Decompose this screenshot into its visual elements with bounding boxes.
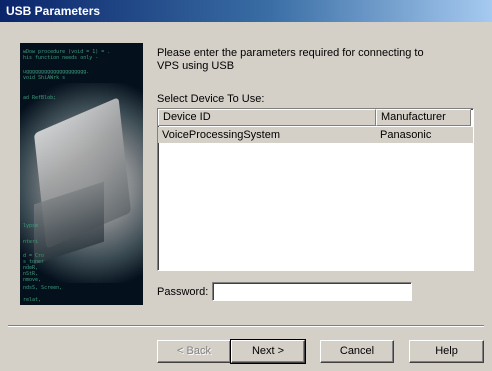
- device-list-label: Select Device To Use:: [157, 93, 265, 105]
- device-list-header: Device ID Manufacturer: [158, 109, 473, 126]
- device-id-cell: VoiceProcessingSystem: [162, 129, 280, 141]
- button-separator: [8, 325, 484, 327]
- title-bar[interactable]: USB Parameters: [0, 0, 492, 22]
- instructions-line-1: Please enter the parameters required for…: [157, 47, 424, 59]
- device-list[interactable]: Device ID Manufacturer VoiceProcessingSy…: [157, 108, 474, 271]
- instructions-text: Please enter the parameters required for…: [157, 47, 457, 73]
- cancel-button[interactable]: Cancel: [320, 340, 394, 363]
- column-header-manufacturer[interactable]: Manufacturer: [376, 109, 471, 126]
- password-label: Password:: [157, 286, 209, 298]
- device-row[interactable]: VoiceProcessingSystem Panasonic: [158, 127, 473, 143]
- help-button[interactable]: Help: [409, 340, 484, 363]
- column-header-device-id[interactable]: Device ID: [158, 109, 376, 126]
- back-button[interactable]: < Back: [157, 340, 231, 363]
- window-title: USB Parameters: [6, 4, 101, 18]
- next-button[interactable]: Next >: [230, 339, 306, 364]
- password-input[interactable]: [212, 282, 412, 301]
- manufacturer-cell: Panasonic: [380, 129, 432, 141]
- wizard-side-image: wDow procedure (void = 1) = . his functi…: [20, 43, 143, 305]
- instructions-line-2: VPS using USB: [157, 60, 235, 72]
